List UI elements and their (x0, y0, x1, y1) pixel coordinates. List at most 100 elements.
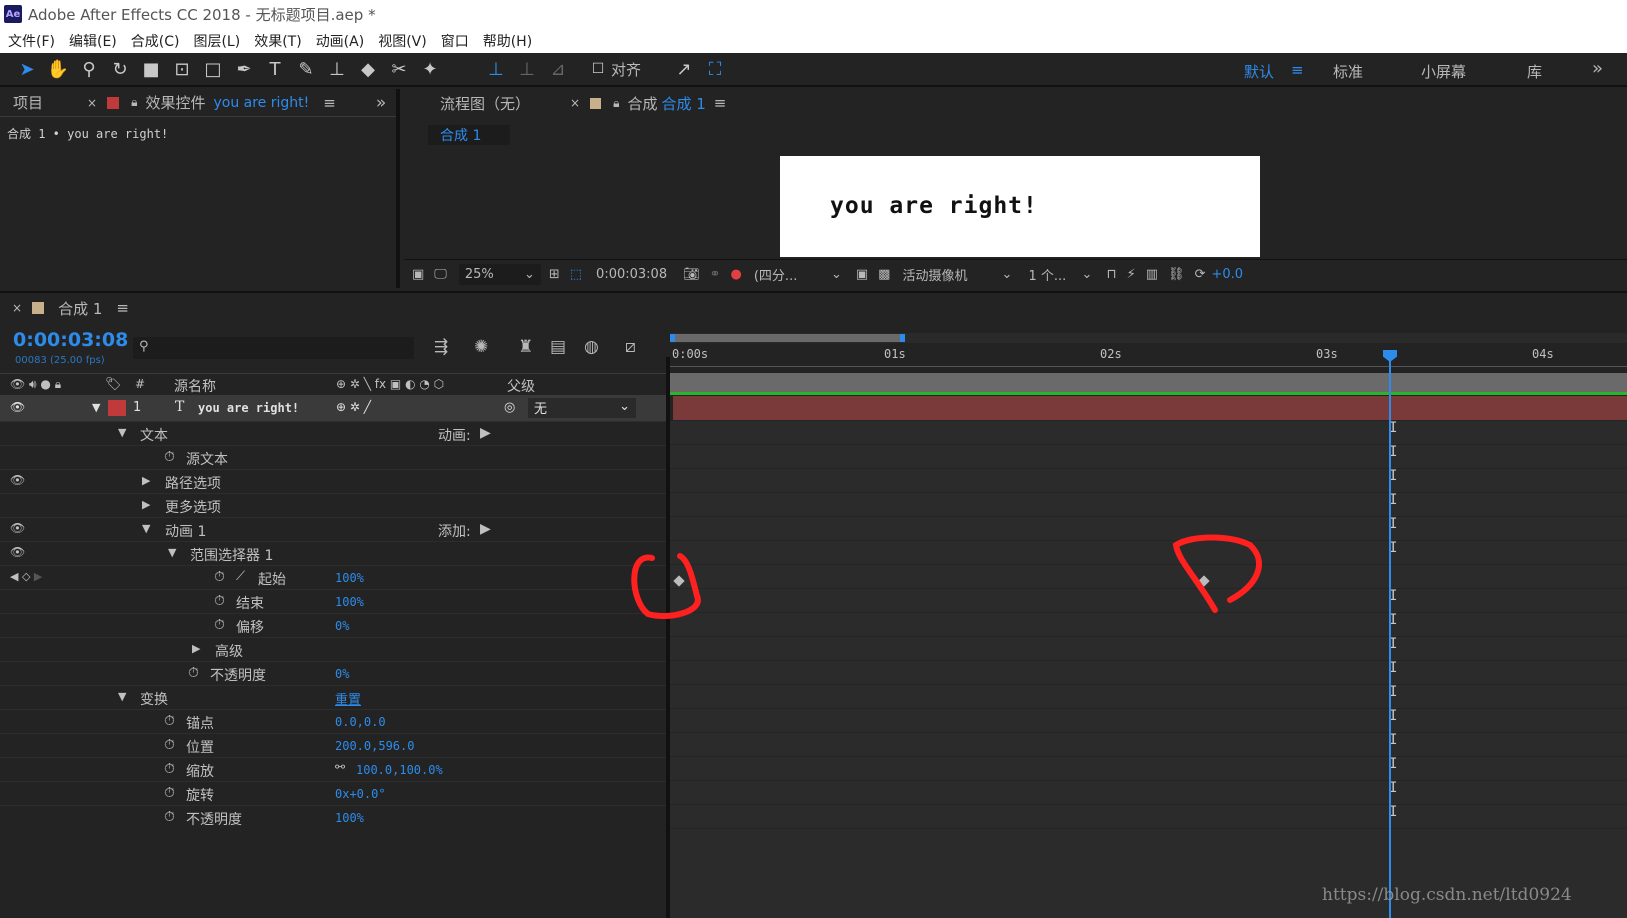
tab-effect-controls[interactable]: 效果控件 (145, 92, 205, 113)
snap-icon[interactable]: ↗ (671, 56, 697, 82)
expand-triangle-icon[interactable]: ▶ (142, 474, 150, 487)
motion-blur-icon[interactable]: ◍ (584, 337, 599, 357)
work-area-bar[interactable] (670, 333, 1627, 343)
align-checkbox[interactable]: ☐ (585, 56, 611, 82)
tab-comp-name[interactable]: 合成 1 (661, 93, 705, 114)
expand-triangle-icon[interactable]: ▼ (142, 522, 150, 535)
property-row-start[interactable]: ◀ ◇ ▶ ⏱︎ ⟋ 起始 100% (0, 565, 666, 589)
hand-tool-icon[interactable]: ✋ (45, 56, 71, 82)
fast-previews-icon[interactable]: ⚡︎ (1127, 267, 1136, 282)
work-area-range[interactable] (670, 334, 905, 342)
opacity-value[interactable]: 100% (335, 811, 364, 825)
property-row-end[interactable]: ⏱︎ 结束 100% (0, 589, 666, 613)
panel-menu-icon[interactable]: ≡ (116, 299, 129, 317)
visibility-eye-icon[interactable]: 👁︎ (10, 545, 25, 559)
transparency-grid-icon[interactable]: ⬚ (570, 267, 582, 282)
rotation-value[interactable]: 0x+0.0° (335, 787, 386, 801)
end-value[interactable]: 100% (335, 595, 364, 609)
visibility-eye-icon[interactable]: 👁︎ (10, 473, 25, 487)
property-row-range-selector[interactable]: 👁︎ ▼ 范围选择器 1 (0, 541, 666, 565)
property-row-animator-opacity[interactable]: ⏱︎ 不透明度 0% (0, 661, 666, 685)
parent-header[interactable]: 父级 (507, 376, 535, 396)
source-name-header[interactable]: 源名称 (174, 376, 216, 396)
camera-tool-icon[interactable]: ■ (138, 56, 164, 82)
property-row-transform[interactable]: ▼ 变换 重置 (0, 685, 666, 709)
close-icon[interactable]: × (570, 96, 580, 110)
property-row-more-options[interactable]: ▶ 更多选项 (0, 493, 666, 517)
property-row-scale[interactable]: ⏱︎ 缩放 ⚯ 100.0,100.0% (0, 757, 666, 781)
stopwatch-icon[interactable]: ⏱︎ (164, 761, 175, 777)
expand-triangle-icon[interactable]: ▼ (118, 690, 126, 703)
stopwatch-icon[interactable]: ⏱︎ (164, 449, 175, 465)
fit-icon[interactable]: ⊞ (549, 267, 560, 282)
pan-behind-tool-icon[interactable]: ⊡ (169, 56, 195, 82)
property-row-path-options[interactable]: 👁︎ ▶ 路径选项 (0, 469, 666, 493)
expand-triangle-icon[interactable]: ▼ (118, 426, 126, 439)
hide-shy-layers-icon[interactable]: ♜ (518, 337, 533, 357)
stopwatch-icon[interactable]: ⏱︎ (214, 593, 225, 609)
color-channels-icon[interactable]: ● (731, 267, 742, 282)
snap-target-icon[interactable]: ⛶ (702, 56, 728, 82)
comp-breadcrumb[interactable]: 合成 1 (428, 125, 510, 145)
resolution-dropdown[interactable]: (四分... ⌄ (750, 264, 846, 285)
frame-blending-icon[interactable]: ▤ (550, 337, 566, 357)
pen-tool-icon[interactable]: ✒ (231, 56, 257, 82)
animator-opacity-value[interactable]: 0% (335, 667, 349, 681)
zoom-dropdown[interactable]: 25% ⌄ (458, 263, 541, 285)
local-axis-icon[interactable]: ⊥ (483, 56, 509, 82)
comp-mini-flowchart-icon[interactable]: ⇶ (434, 337, 448, 357)
menu-edit[interactable]: 编辑(E) (69, 31, 117, 51)
rotate-tool-icon[interactable]: ↻ (107, 56, 133, 82)
views-dropdown[interactable]: 1 个... ⌄ (1024, 264, 1096, 285)
graph-icon[interactable]: ⟋ (236, 569, 245, 584)
workspace-menu-icon[interactable]: ≡ (1291, 61, 1304, 79)
menu-layer[interactable]: 图层(L) (193, 31, 240, 51)
view-axis-icon[interactable]: ⊿ (545, 56, 571, 82)
brush-tool-icon[interactable]: ✎ (293, 56, 319, 82)
visibility-eye-icon[interactable]: 👁︎ (10, 521, 25, 535)
show-snapshot-icon[interactable]: ⚭ (710, 267, 721, 282)
parent-dropdown[interactable]: 无 ⌄ (528, 398, 636, 418)
reset-link[interactable]: 重置 (335, 689, 361, 708)
toggle-pixel-aspect-icon[interactable]: ⊓ (1106, 267, 1116, 282)
lock-icon[interactable]: 🔒︎ (131, 95, 137, 110)
workspace-standard[interactable]: 标准 (1333, 61, 1363, 82)
property-row-opacity[interactable]: ⏱︎ 不透明度 100% (0, 805, 666, 829)
puppet-pin-tool-icon[interactable]: ✦ (417, 56, 443, 82)
playhead[interactable] (1389, 352, 1391, 918)
expand-triangle-icon[interactable]: ▶ (192, 642, 200, 655)
type-tool-icon[interactable]: T (262, 56, 288, 82)
time-ruler[interactable]: 0:00s 01s 02s 03s 04s (670, 345, 1627, 367)
workspace-default[interactable]: 默认 (1244, 61, 1274, 82)
panel-expand-icon[interactable]: » (376, 93, 386, 113)
timeline-tab[interactable]: 合成 1 (58, 298, 102, 319)
expand-triangle-icon[interactable]: ▼ (92, 401, 100, 414)
property-row-advanced[interactable]: ▶ 高级 (0, 637, 666, 661)
panel-menu-icon[interactable]: ≡ (714, 94, 727, 112)
eraser-tool-icon[interactable]: ◆ (355, 56, 381, 82)
selection-tool-icon[interactable]: ➤ (14, 56, 40, 82)
rectangle-tool-icon[interactable]: □ (200, 56, 226, 82)
menu-view[interactable]: 视图(V) (378, 31, 427, 51)
anchor-point-value[interactable]: 0.0,0.0 (335, 715, 386, 729)
stopwatch-active-icon[interactable]: ⏱︎ (214, 569, 225, 585)
tab-project[interactable]: 项目 (13, 92, 43, 113)
tab-comp-prefix[interactable]: 合成 (627, 93, 657, 114)
scale-value[interactable]: 100.0,100.0% (356, 763, 443, 777)
always-preview-icon[interactable]: ▣ (412, 267, 424, 282)
property-row-text[interactable]: ▼ 文本 动画: ▶ (0, 421, 666, 445)
flowchart-icon[interactable]: ⛓ (1168, 267, 1185, 282)
world-axis-icon[interactable]: ⊥ (514, 56, 540, 82)
menu-help[interactable]: 帮助(H) (483, 31, 532, 51)
property-row-rotation[interactable]: ⏱︎ 旋转 0x+0.0° (0, 781, 666, 805)
snapshot-icon[interactable]: 📷︎ (683, 267, 700, 282)
menu-file[interactable]: 文件(F) (8, 31, 55, 51)
start-value[interactable]: 100% (335, 571, 364, 585)
expand-triangle-icon[interactable]: ▼ (168, 546, 176, 559)
stopwatch-icon[interactable]: ⏱︎ (164, 713, 175, 729)
workspace-library[interactable]: 库 (1527, 61, 1542, 82)
workspace-small-screen[interactable]: 小屏幕 (1421, 61, 1466, 82)
layer-duration-bar[interactable] (673, 396, 1627, 420)
offset-value[interactable]: 0% (335, 619, 349, 633)
draft-3d-icon[interactable]: ✺ (474, 337, 488, 357)
